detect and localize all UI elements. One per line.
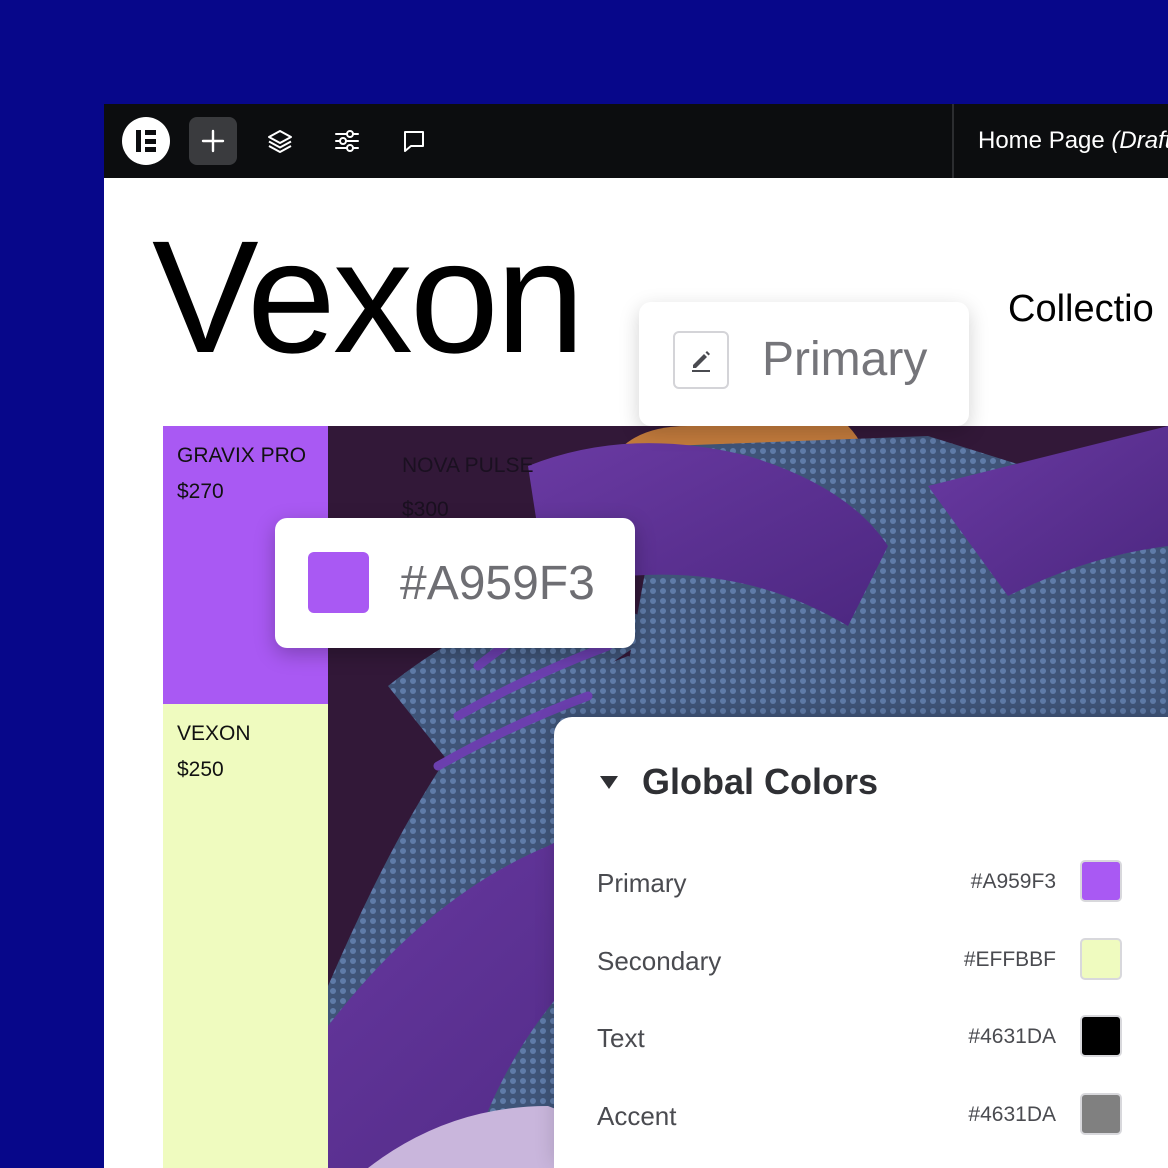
global-colors-panel: Global Colors Primary #A959F3 Secondary … [554, 717, 1168, 1168]
color-code: #EFFBBF [963, 948, 1056, 971]
product-name: NOVA PULSE [402, 454, 534, 477]
color-row-primary[interactable]: Primary #A959F3 [554, 856, 1168, 906]
add-element-button[interactable] [189, 117, 237, 165]
color-name: Secondary [597, 946, 722, 976]
global-colors-title: Global Colors [642, 761, 879, 802]
structure-button[interactable] [256, 117, 304, 165]
color-swatch[interactable] [1080, 1015, 1122, 1057]
product-card-vexon[interactable]: VEXON $250 [163, 704, 328, 1168]
product-name: VEXON [177, 722, 251, 745]
color-code: #4631DA [968, 1025, 1056, 1048]
edit-button[interactable] [673, 331, 729, 389]
toolbar-divider [952, 104, 954, 178]
color-row-accent[interactable]: Accent #4631DA [554, 1089, 1168, 1139]
comments-button[interactable] [390, 117, 438, 165]
color-code: #4631DA [968, 1103, 1056, 1126]
color-swatch[interactable] [1080, 938, 1122, 980]
color-hex-value: #A959F3 [400, 557, 595, 610]
sliders-icon [335, 130, 359, 152]
plus-icon [201, 129, 225, 153]
nav-item-collection[interactable]: Collectio [1008, 288, 1154, 331]
product-price: $270 [177, 480, 224, 503]
editor-toolbar: Home Page (Draft [104, 104, 1168, 178]
site-logo: Vexon [152, 207, 585, 386]
global-colors-header[interactable]: Global Colors [600, 761, 878, 803]
editor-window: Home Page (Draft Vexon Collectio GRAVIX … [104, 104, 1168, 1168]
product-name: GRAVIX PRO [177, 444, 307, 467]
color-name: Accent [597, 1101, 677, 1131]
color-hex-chip[interactable]: #A959F3 [275, 518, 635, 648]
comment-icon [404, 131, 424, 152]
color-swatch[interactable] [1080, 860, 1122, 902]
color-swatch[interactable] [1080, 1093, 1122, 1135]
page-status: (Draft [1111, 127, 1168, 154]
page-title[interactable]: Home Page (Draft [978, 126, 1168, 156]
color-row-text[interactable]: Text #4631DA [554, 1011, 1168, 1061]
primary-tag-label: Primary [762, 333, 928, 386]
color-name: Text [597, 1023, 645, 1053]
product-price: $250 [177, 758, 224, 781]
primary-color-tag[interactable]: Primary [639, 302, 969, 426]
elementor-logo-icon[interactable] [122, 117, 170, 165]
layers-icon [268, 130, 292, 153]
color-code: #A959F3 [970, 870, 1056, 893]
page-title-text: Home Page [978, 127, 1105, 154]
site-settings-button[interactable] [323, 117, 371, 165]
caret-down-icon[interactable] [600, 775, 618, 789]
color-swatch [308, 552, 369, 613]
color-name: Primary [597, 868, 687, 898]
pencil-icon [692, 351, 710, 372]
color-row-secondary[interactable]: Secondary #EFFBBF [554, 934, 1168, 984]
